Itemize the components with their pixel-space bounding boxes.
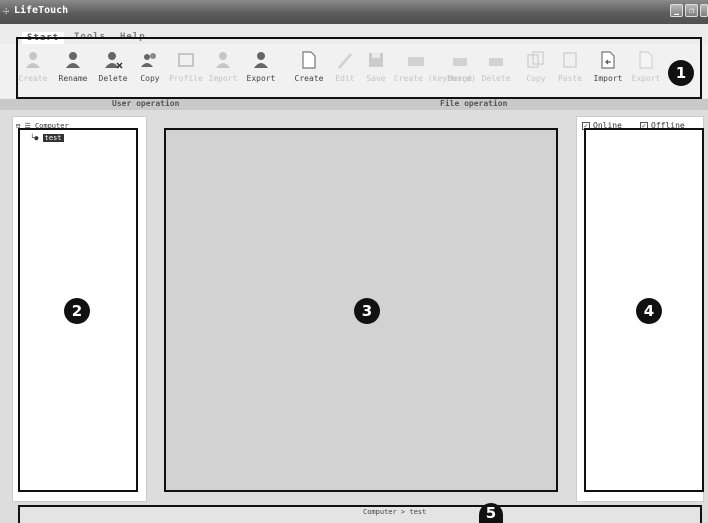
file-operation-group-label: File operation [440,99,508,108]
title-bar: ☩ LifeTouch ▁ ❐ [0,0,708,24]
toolbar-group-bar [0,99,708,110]
app-title: LifeTouch [14,5,69,16]
user-operation-group-label: User operation [112,99,180,108]
callout-number: 5 [479,503,503,523]
callout-number: 4 [636,298,662,324]
callout-number: 2 [64,298,90,324]
restore-button[interactable]: ❐ [685,4,698,17]
minimize-button[interactable]: ▁ [670,4,683,17]
close-button[interactable] [700,4,708,17]
callout-box-status [18,505,702,523]
callout-box-toolbar [16,37,702,99]
callout-number: 3 [354,298,380,324]
usb-icon: ☩ [3,6,10,17]
callout-number: 1 [668,60,694,86]
